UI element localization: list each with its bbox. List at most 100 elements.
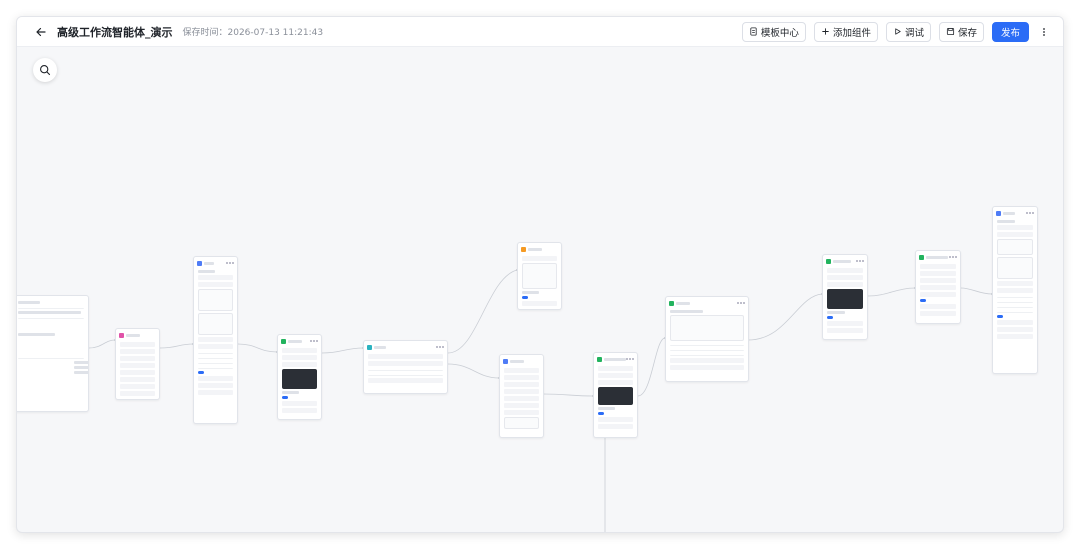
node-toggle[interactable] [920,299,926,302]
node-field [997,288,1033,293]
node-field [997,281,1033,286]
node-menu-icon[interactable] [226,262,234,265]
workflow-node[interactable] [915,250,961,324]
node-toggle[interactable] [827,316,833,319]
workflow-node[interactable] [115,328,160,400]
workflow-canvas[interactable] [17,48,1063,532]
workflow-node[interactable] [193,256,238,424]
node-code-editor[interactable] [282,369,317,389]
node-field [997,295,1033,298]
node-field [198,383,233,388]
publish-label: 发布 [1000,27,1020,39]
workflow-node-partial[interactable] [17,295,89,412]
save-button[interactable]: 保存 [938,21,984,42]
node-toggle[interactable] [282,396,288,399]
node-type-icon [281,339,286,344]
node-field [997,320,1033,325]
workflow-node[interactable] [665,296,749,382]
workflow-node[interactable] [363,340,448,394]
node-type-icon [503,359,508,364]
workflow-node[interactable] [992,206,1038,374]
workflow-node[interactable] [593,352,638,438]
node-field [198,344,233,349]
node-field [120,370,155,375]
document-icon [750,27,757,36]
node-toggle[interactable] [997,315,1003,318]
add-component-label: 添加组件 [832,27,871,39]
node-field [504,410,539,415]
node-menu-icon[interactable] [856,260,864,263]
node-textarea[interactable] [198,313,233,335]
node-menu-icon[interactable] [1026,212,1034,215]
node-toggle[interactable] [198,371,204,374]
node-textarea[interactable] [504,417,539,429]
node-type-icon [367,345,372,350]
debug-button[interactable]: 调试 [885,21,931,42]
template-center-button[interactable]: 模板中心 [741,21,806,42]
node-field [522,301,557,306]
node-field [120,356,155,361]
node-field [120,363,155,368]
node-field [827,328,863,333]
top-bar: 高级工作流智能体_演示 保存时间：2026-07-13 11:21:43 模板中… [17,17,1063,47]
node-field [920,278,956,283]
zoom-search-button[interactable] [33,58,57,82]
node-field [74,361,88,364]
node-field [18,333,55,336]
node-field [997,225,1033,230]
node-textarea[interactable] [522,263,557,289]
node-code-editor[interactable] [598,387,633,405]
node-header [518,245,561,254]
node-field [120,391,155,396]
node-field [282,355,317,360]
node-type-icon [919,255,924,260]
node-field [926,256,948,259]
node-field [288,340,302,343]
add-component-button[interactable]: 添加组件 [813,21,878,42]
node-field [598,380,633,385]
node-textarea[interactable] [997,239,1033,255]
node-code-editor[interactable] [827,289,863,309]
node-field [120,377,155,382]
node-toggle[interactable] [522,296,528,299]
node-field [18,316,84,319]
node-menu-icon[interactable] [737,302,745,305]
more-button[interactable] [1037,22,1051,42]
node-field [920,304,956,309]
node-field [997,232,1033,237]
app-window: 高级工作流智能体_演示 保存时间：2026-07-13 11:21:43 模板中… [16,16,1064,533]
node-field [204,262,214,265]
node-field [920,311,956,316]
node-menu-icon[interactable] [310,340,318,343]
node-menu-icon[interactable] [436,346,444,349]
workflow-node[interactable] [277,334,322,420]
node-header [278,337,321,346]
node-field [282,348,317,353]
node-field [120,342,155,347]
node-field [282,362,317,367]
node-field [827,321,863,326]
node-field [522,256,557,261]
node-field [997,310,1033,313]
node-field [598,417,633,422]
workflow-node[interactable] [517,242,562,310]
node-header [916,253,960,262]
node-toggle[interactable] [598,412,604,415]
arrow-left-icon [36,27,46,36]
workflow-node[interactable] [499,354,544,438]
workflow-node[interactable] [822,254,868,340]
publish-button[interactable]: 发布 [991,21,1029,42]
node-field [997,334,1033,339]
node-textarea[interactable] [198,289,233,311]
node-field [504,382,539,387]
node-field [598,373,633,378]
node-menu-icon[interactable] [626,358,634,361]
back-button[interactable] [31,22,51,42]
node-field [198,337,233,342]
node-menu-icon[interactable] [949,256,957,259]
node-field [504,375,539,380]
node-field [670,348,744,351]
node-textarea[interactable] [997,257,1033,279]
node-textarea[interactable] [670,315,744,341]
template-center-label: 模板中心 [760,27,799,39]
